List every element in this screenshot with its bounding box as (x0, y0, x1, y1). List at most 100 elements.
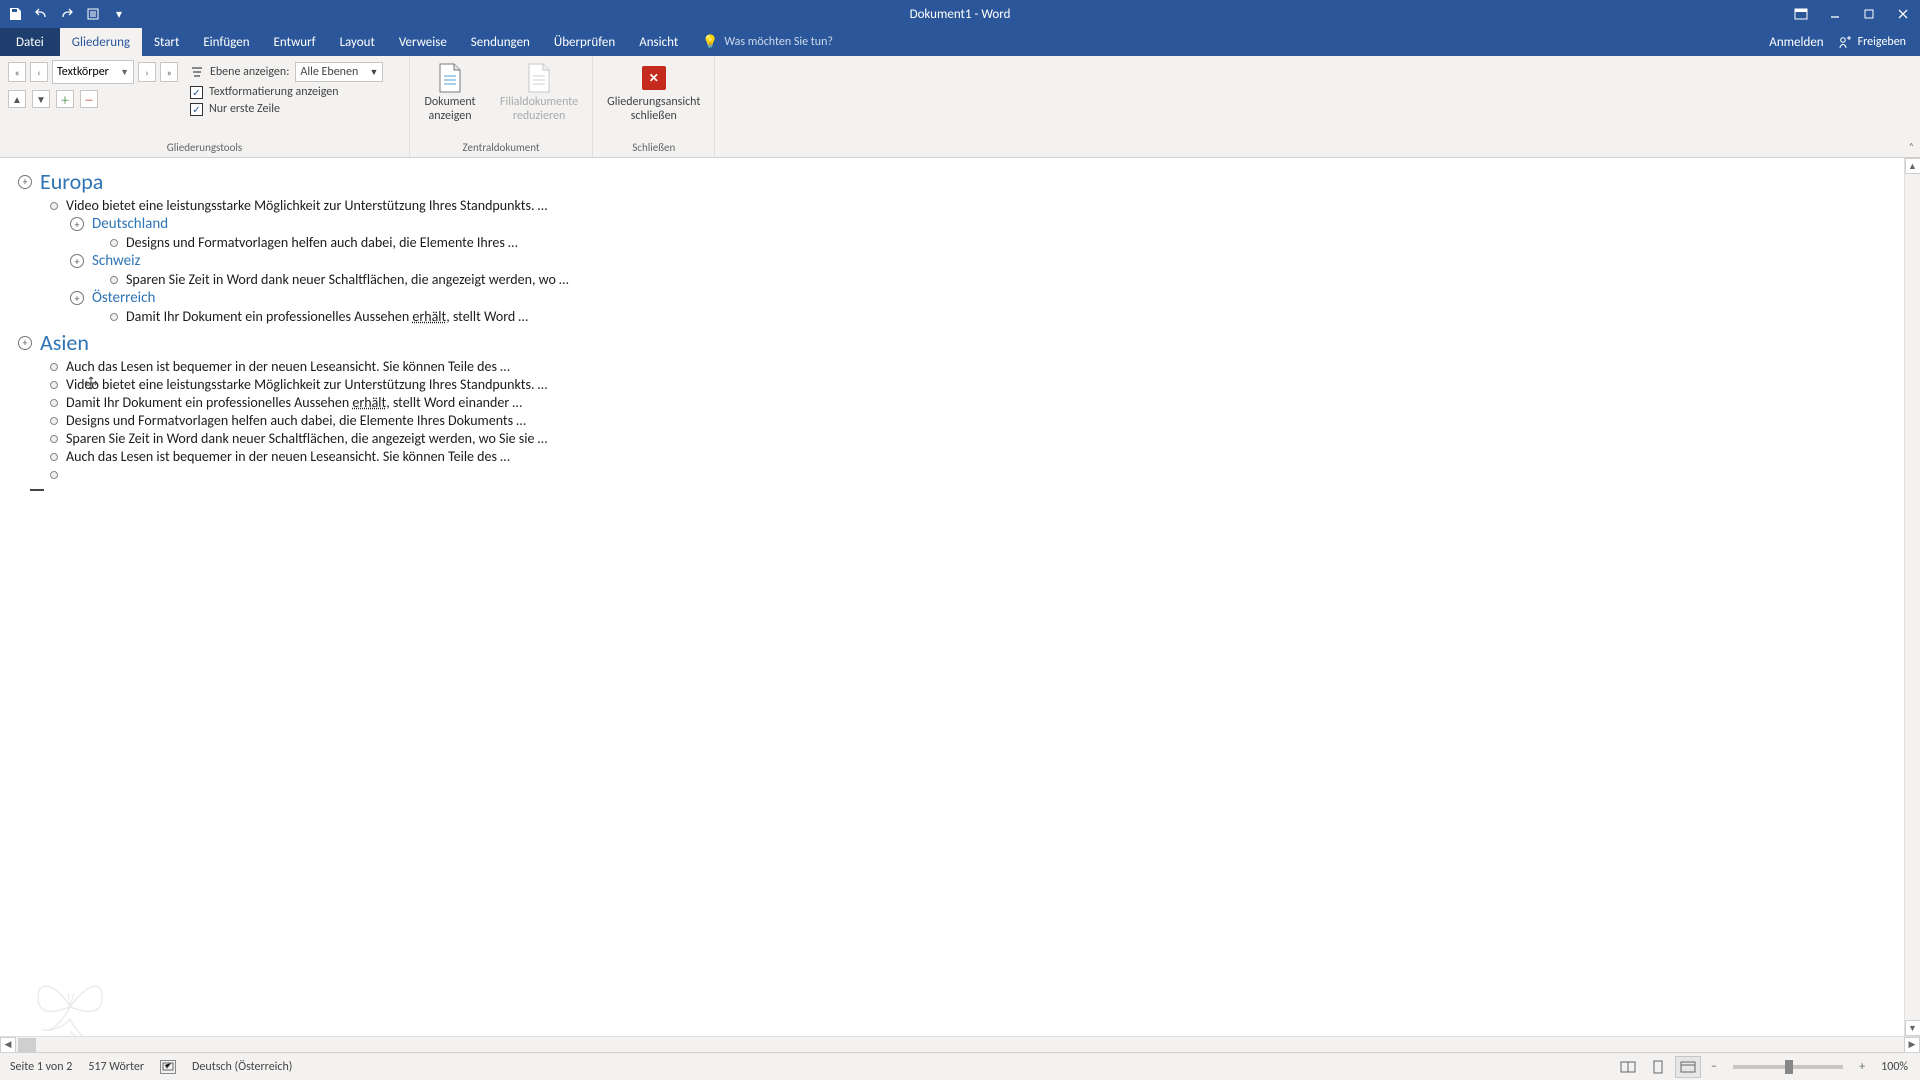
heading-text: Österreich (92, 289, 155, 307)
promote-button[interactable]: ‹ (30, 62, 48, 82)
tab-layout[interactable]: Layout (328, 28, 387, 56)
outline-body-item[interactable]: Damit Ihr Dokument ein professionelles A… (110, 308, 1910, 325)
tell-me-search[interactable]: 💡 Was möchten Sie tun? (702, 28, 833, 56)
tab-einfuegen[interactable]: Einfügen (191, 28, 261, 56)
expand-collapse-icon[interactable]: + (70, 291, 84, 305)
tab-ansicht[interactable]: Ansicht (627, 28, 690, 56)
save-icon[interactable] (6, 5, 24, 23)
zoom-out-button[interactable]: − (1705, 1058, 1723, 1076)
scroll-down-button[interactable]: ▼ (1905, 1020, 1920, 1036)
ribbon-display-icon[interactable] (1784, 0, 1818, 28)
expand-collapse-icon[interactable]: + (70, 217, 84, 231)
web-layout-view-button[interactable] (1675, 1056, 1701, 1078)
collapse-subdocuments-button: Filialdokumente reduzieren (494, 60, 584, 126)
share-button[interactable]: Freigeben (1838, 35, 1906, 49)
signin-link[interactable]: Anmelden (1769, 35, 1823, 50)
scroll-right-button[interactable]: ▶ (1904, 1037, 1920, 1053)
chevron-down-icon: ▼ (369, 67, 378, 78)
expand-button[interactable]: ＋ (56, 90, 74, 108)
status-page[interactable]: Seite 1 von 2 (10, 1060, 72, 1074)
outline-body-item[interactable]: Designs und Formatvorlagen helfen auch d… (110, 234, 1910, 251)
expand-collapse-icon[interactable]: + (18, 336, 32, 350)
ribbon-tabs: Datei Gliederung Start Einfügen Entwurf … (0, 28, 1920, 56)
quick-access-toolbar: ▾ (0, 5, 128, 23)
button-label: Dokument anzeigen (424, 96, 475, 124)
close-button[interactable] (1886, 0, 1920, 28)
horizontal-scrollbar[interactable]: ◀ ▶ (0, 1036, 1920, 1052)
expand-collapse-icon[interactable]: + (18, 175, 32, 189)
redo-icon[interactable] (58, 5, 76, 23)
demote-to-body-button[interactable]: » (160, 62, 178, 82)
ribbon: « ‹ Textkörper ▼ › » ▲ ▼ ＋ － (0, 56, 1920, 158)
lightbulb-icon: 💡 (702, 35, 718, 50)
scroll-thumb[interactable] (18, 1038, 36, 1052)
button-label: Filialdokumente reduzieren (500, 96, 578, 124)
body-bullet-icon (110, 313, 118, 321)
minimize-button[interactable] (1818, 0, 1852, 28)
checkbox-text-formatting[interactable]: ✓ Textformatierung anzeigen (190, 85, 383, 99)
zoom-in-button[interactable]: + (1853, 1058, 1871, 1076)
promote-to-heading1-button[interactable]: « (8, 62, 26, 82)
outline-heading-asien[interactable]: + Asien (18, 329, 1910, 356)
heading-text: Asien (40, 329, 89, 356)
collapse-ribbon-button[interactable]: ˄ (1909, 140, 1914, 153)
read-mode-view-button[interactable] (1615, 1056, 1641, 1078)
tab-file[interactable]: Datei (0, 28, 60, 56)
tab-entwurf[interactable]: Entwurf (262, 28, 328, 56)
outline-heading-schweiz[interactable]: + Schweiz (70, 252, 1910, 270)
status-word-count[interactable]: 517 Wörter (88, 1060, 144, 1074)
document-icon (434, 62, 466, 94)
show-document-button[interactable]: Dokument anzeigen (418, 60, 482, 126)
qat-dropdown-icon[interactable]: ▾ (110, 5, 128, 23)
outline-body-item[interactable]: Video bietet eine leistungsstarke Möglic… (50, 197, 1910, 214)
checkbox-label: Textformatierung anzeigen (209, 85, 339, 99)
outline-heading-deutschland[interactable]: + Deutschland (70, 215, 1910, 233)
body-text: Video bietet eine leistungsstarke Möglic… (66, 376, 547, 393)
ribbon-group-label: Gliederungstools (8, 139, 401, 157)
outline-body-item[interactable]: Damit Ihr Dokument ein professionelles A… (50, 394, 1910, 411)
outline-heading-oesterreich[interactable]: + Österreich (70, 289, 1910, 307)
tab-start[interactable]: Start (142, 28, 191, 56)
expand-collapse-icon[interactable]: + (70, 254, 84, 268)
outline-body-item-empty[interactable] (50, 466, 1910, 483)
outline-body-item[interactable]: Auch das Lesen ist bequemer in der neuen… (50, 448, 1910, 465)
outline-body-item[interactable]: Video bietet eine leistungsstarke Möglic… (50, 376, 1910, 393)
zoom-percentage[interactable]: 100% (1881, 1060, 1908, 1074)
body-text: Auch das Lesen ist bequemer in der neuen… (66, 358, 510, 375)
scroll-left-button[interactable]: ◀ (0, 1037, 16, 1053)
body-text: Sparen Sie Zeit in Word dank neuer Schal… (66, 430, 547, 447)
collapse-button[interactable]: － (80, 90, 98, 108)
outline-body-item[interactable]: Sparen Sie Zeit in Word dank neuer Schal… (50, 430, 1910, 447)
outline-body-item[interactable]: Auch das Lesen ist bequemer in der neuen… (50, 358, 1910, 375)
show-level-label: Ebene anzeigen: (210, 65, 289, 79)
close-outline-view-button[interactable]: ✕ Gliederungsansicht schließen (601, 60, 706, 126)
vertical-scrollbar[interactable]: ▲ ▼ (1904, 158, 1920, 1036)
scroll-up-button[interactable]: ▲ (1905, 158, 1920, 174)
tab-verweise[interactable]: Verweise (387, 28, 459, 56)
undo-icon[interactable] (32, 5, 50, 23)
spellcheck-icon[interactable] (160, 1060, 176, 1074)
checkbox-label: Nur erste Zeile (209, 102, 280, 116)
zoom-slider-handle[interactable] (1785, 1060, 1793, 1074)
tab-ueberpruefen[interactable]: Überprüfen (542, 28, 627, 56)
print-layout-view-button[interactable] (1645, 1056, 1671, 1078)
zoom-slider[interactable] (1733, 1065, 1843, 1069)
tab-sendungen[interactable]: Sendungen (459, 28, 542, 56)
outline-body-item[interactable]: Designs und Formatvorlagen helfen auch d… (50, 412, 1910, 429)
show-level-select[interactable]: Alle Ebenen ▼ (295, 62, 383, 82)
outline-document-area[interactable]: + Europa Video bietet eine leistungsstar… (0, 158, 1920, 1052)
status-language[interactable]: Deutsch (Österreich) (192, 1060, 292, 1074)
demote-button[interactable]: › (138, 62, 156, 82)
move-up-button[interactable]: ▲ (8, 90, 26, 108)
touch-mode-icon[interactable] (84, 5, 102, 23)
outline-level-select[interactable]: Textkörper ▼ (52, 60, 134, 84)
move-down-button[interactable]: ▼ (32, 90, 50, 108)
tab-gliederung[interactable]: Gliederung (60, 28, 142, 56)
body-text (66, 466, 69, 483)
tell-me-placeholder: Was möchten Sie tun? (724, 35, 833, 49)
checkbox-first-line-only[interactable]: ✓ Nur erste Zeile (190, 102, 383, 116)
outline-body-item[interactable]: Sparen Sie Zeit in Word dank neuer Schal… (110, 271, 1910, 288)
body-text: Designs und Formatvorlagen helfen auch d… (126, 234, 518, 251)
maximize-button[interactable] (1852, 0, 1886, 28)
outline-heading-europa[interactable]: + Europa (18, 168, 1910, 195)
